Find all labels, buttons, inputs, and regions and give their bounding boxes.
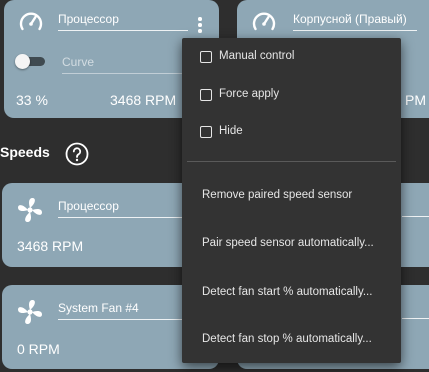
fan-icon xyxy=(18,300,42,324)
help-circle-icon[interactable] xyxy=(65,142,89,166)
menu-item-pair-sensor-auto[interactable]: Pair speed sensor automatically... xyxy=(182,237,401,249)
section-title-speeds: Speeds xyxy=(0,144,50,160)
enable-toggle[interactable] xyxy=(15,54,45,69)
menu-item-label: Manual control xyxy=(219,50,295,62)
menu-item-detect-fan-start[interactable]: Detect fan start % automatically... xyxy=(182,286,401,298)
menu-item-force-apply[interactable]: Force apply xyxy=(182,88,401,110)
percent-value: 33 % xyxy=(16,92,48,108)
menu-item-label: Hide xyxy=(219,125,243,137)
speed-rpm-value: 0 RPM xyxy=(17,341,60,357)
fan-icon xyxy=(18,198,42,222)
menu-item-manual-control[interactable]: Manual control xyxy=(182,50,401,72)
speed-rpm-value: 3468 RPM xyxy=(17,238,84,254)
menu-item-detect-fan-stop[interactable]: Detect fan stop % automatically... xyxy=(182,333,401,345)
fan-context-menu: Manual control Force apply Hide Remove p… xyxy=(182,38,401,363)
gauge-icon xyxy=(252,12,276,31)
menu-item-hide[interactable]: Hide xyxy=(182,125,401,147)
checkbox-manual-control[interactable] xyxy=(200,51,212,63)
speed-name-field-hidden[interactable] xyxy=(402,199,429,217)
speed-name-field-hidden[interactable] xyxy=(402,301,429,319)
menu-separator xyxy=(187,161,396,162)
control-name-field[interactable]: Процессор xyxy=(58,12,188,31)
kebab-menu-icon[interactable] xyxy=(192,14,208,36)
checkbox-hide[interactable] xyxy=(200,126,212,138)
rpm-value: PM xyxy=(405,92,426,108)
menu-item-label: Force apply xyxy=(219,88,280,100)
control-name-field[interactable]: Корпусной (Правый) xyxy=(293,12,417,31)
gauge-icon xyxy=(19,12,43,31)
checkbox-force-apply[interactable] xyxy=(200,89,212,101)
menu-item-remove-paired-sensor[interactable]: Remove paired speed sensor xyxy=(182,189,401,201)
rpm-value: 3468 RPM xyxy=(110,92,177,108)
